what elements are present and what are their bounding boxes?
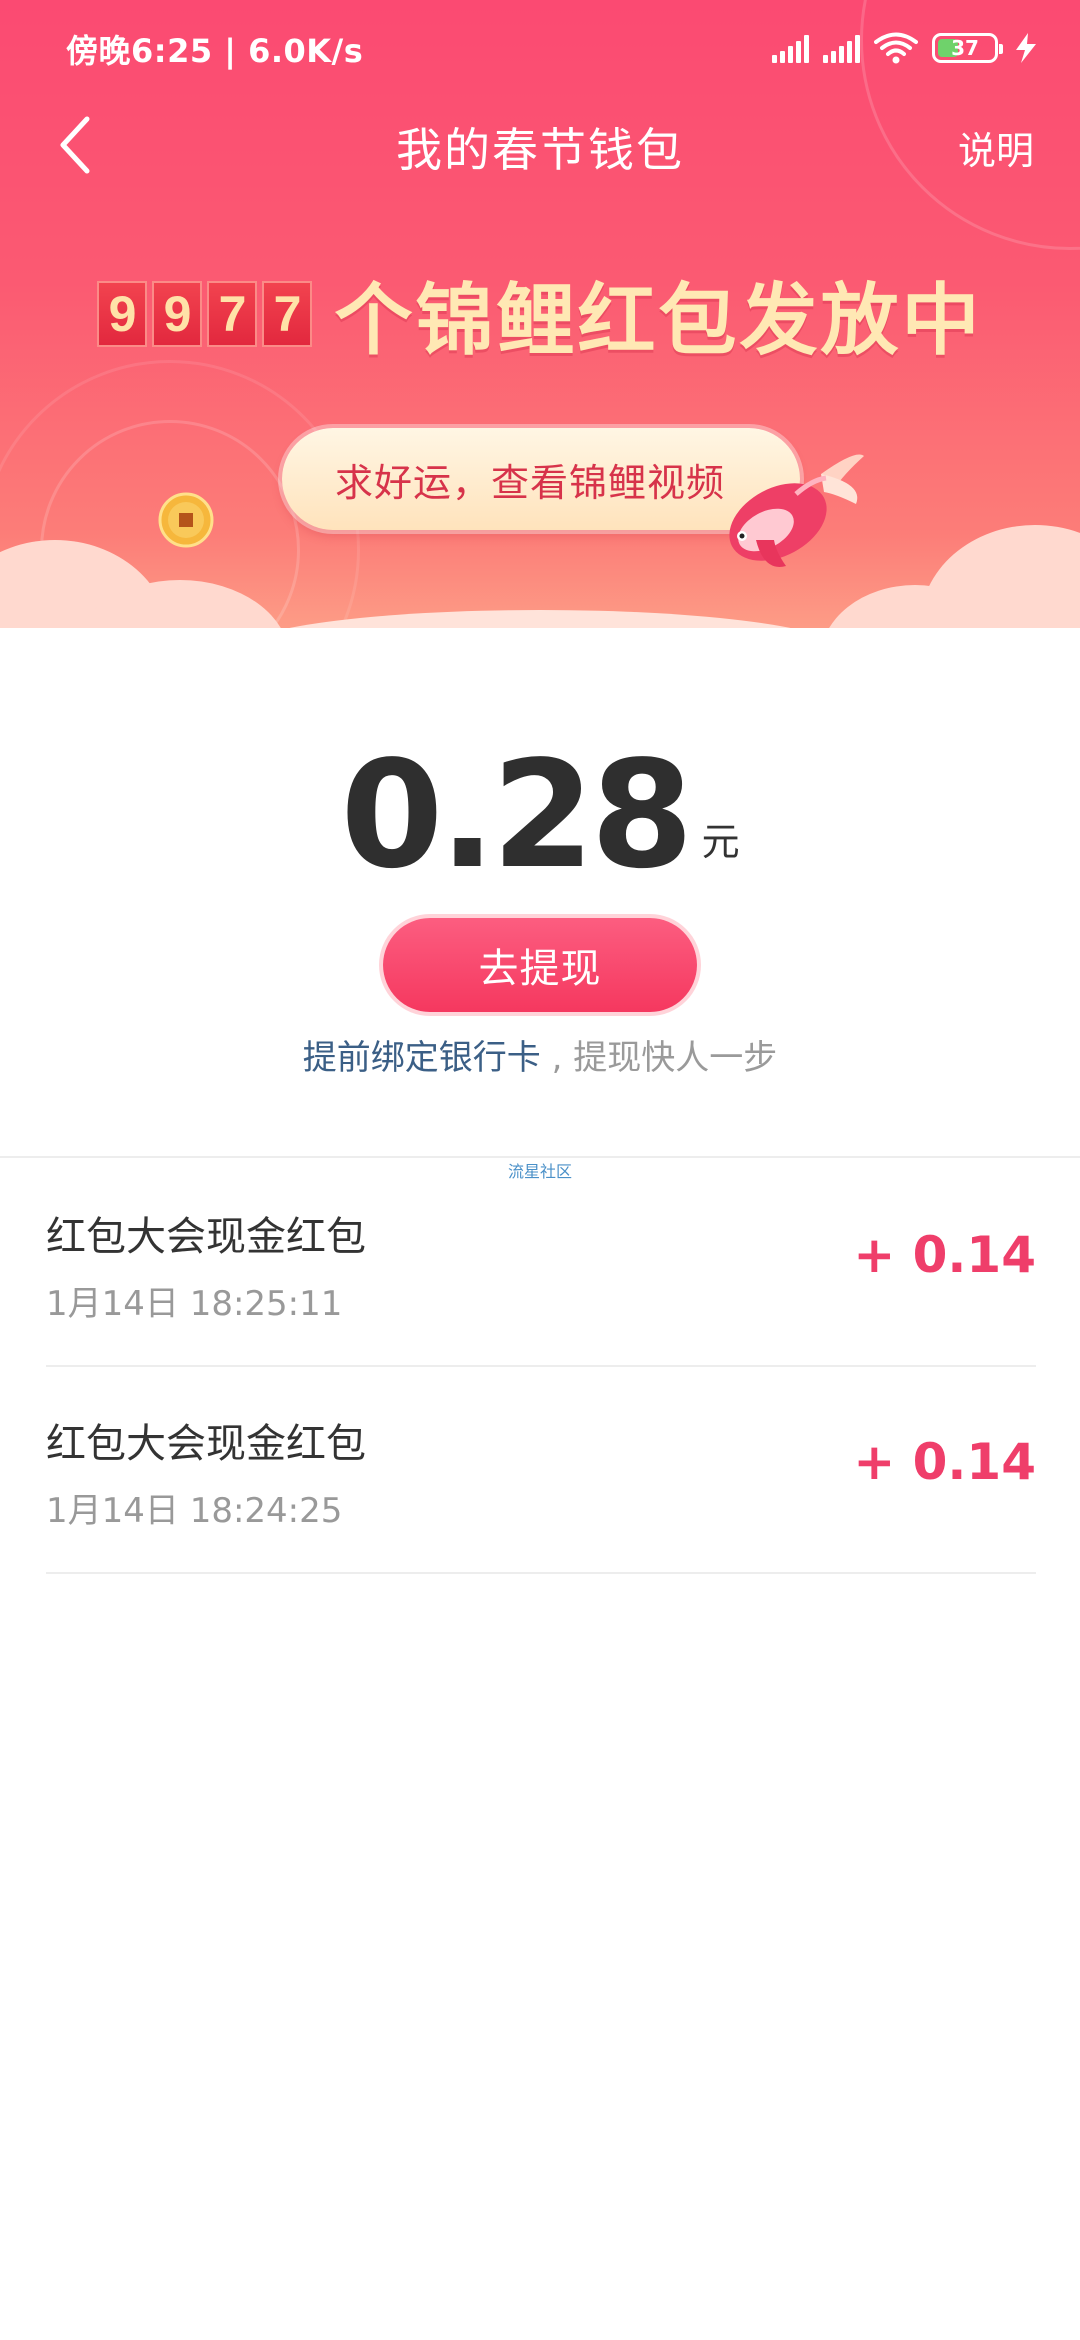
- red-packet-counter: 9 9 7 7: [97, 281, 313, 347]
- counter-digit: 9: [152, 281, 203, 347]
- status-icons: 37: [772, 30, 1040, 66]
- bind-card-suffix: , 提现快人一步: [540, 1038, 778, 1078]
- withdraw-button[interactable]: 去提现: [383, 918, 697, 1012]
- headline: 9 9 7 7 个锦鲤红包发放中: [0, 258, 1080, 370]
- counter-digit: 7: [262, 281, 313, 347]
- transaction-row[interactable]: 红包大会现金红包 1月14日 18:25:11 + 0.14: [46, 1160, 1036, 1367]
- page-title: 我的春节钱包: [396, 123, 684, 177]
- explain-link[interactable]: 说明: [958, 120, 1034, 175]
- coin-icon: [158, 492, 214, 548]
- transaction-time: 1月14日 18:25:11: [46, 1284, 343, 1324]
- charging-icon: [1016, 33, 1036, 63]
- wifi-icon: [874, 32, 918, 64]
- nav-bar: 我的春节钱包 说明: [0, 96, 1080, 196]
- counter-digit: 7: [207, 281, 258, 347]
- headline-text: 个锦鲤红包发放中: [334, 276, 983, 366]
- bind-card-hint: 提前绑定银行卡 , 提现快人一步: [0, 1030, 1080, 1079]
- header-banner: 傍晚6:25 | 6.0K/s 37 我的春节钱包 说明 9 9 7 7 个锦鲤…: [0, 0, 1080, 628]
- koi-fish-icon: [729, 454, 864, 567]
- signal-icon: [772, 33, 809, 63]
- transaction-amount: + 0.14: [853, 1433, 1036, 1491]
- balance-unit: 元: [701, 820, 740, 864]
- bind-bank-card-link[interactable]: 提前绑定银行卡: [303, 1038, 541, 1078]
- transaction-title: 红包大会现金红包: [46, 1421, 366, 1467]
- counter-digit: 9: [97, 281, 148, 347]
- transaction-list: 红包大会现金红包 1月14日 18:25:11 + 0.14 红包大会现金红包 …: [46, 1160, 1036, 1574]
- transaction-amount: + 0.14: [853, 1226, 1036, 1284]
- transaction-time: 1月14日 18:24:25: [46, 1491, 343, 1531]
- status-bar: 傍晚6:25 | 6.0K/s 37: [0, 0, 1080, 96]
- view-koi-video-label: 求好运，查看锦鲤视频: [334, 460, 725, 505]
- signal-icon: [823, 33, 860, 63]
- balance-row: 0.28 元: [0, 740, 1080, 890]
- balance-amount: 0.28: [340, 729, 693, 901]
- battery-icon: 37: [932, 33, 1003, 63]
- transaction-row[interactable]: 红包大会现金红包 1月14日 18:24:25 + 0.14: [46, 1367, 1036, 1574]
- transaction-title: 红包大会现金红包: [46, 1214, 366, 1260]
- battery-level: 37: [951, 36, 979, 60]
- status-time: 傍晚6:25 | 6.0K/s: [66, 32, 364, 70]
